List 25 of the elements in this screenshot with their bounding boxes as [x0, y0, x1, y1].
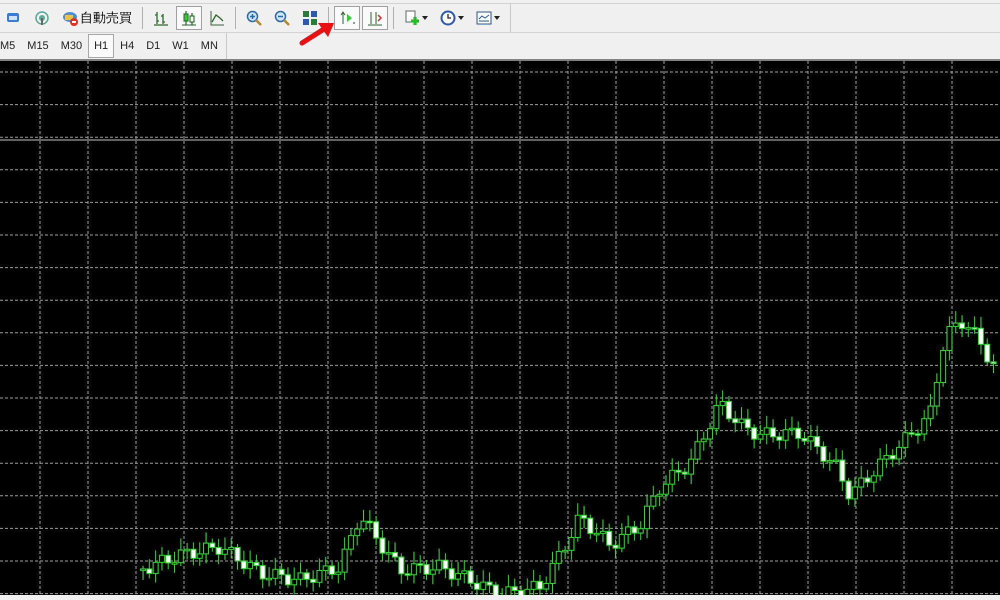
toolbar-button[interactable]	[176, 6, 202, 30]
timeframe-button[interactable]: W1	[166, 34, 195, 58]
auto-scroll-icon	[367, 10, 383, 26]
toolbar-button[interactable]	[334, 6, 360, 30]
add-indicator-icon	[404, 10, 420, 26]
bar-chart-icon	[153, 10, 169, 26]
timeframe-button[interactable]: M15	[21, 34, 55, 58]
robot-icon	[62, 10, 78, 26]
timeframe-button[interactable]: MN	[194, 34, 224, 58]
zoom-in-icon	[246, 10, 262, 26]
chart-shift-icon	[339, 10, 355, 26]
template-icon	[476, 10, 492, 26]
timeframe-button[interactable]: H4	[114, 34, 140, 58]
timeframe-button[interactable]: M30	[54, 34, 88, 58]
auto-trading-button[interactable]: 自動売買	[57, 6, 137, 30]
timeframe-button[interactable]: H1	[88, 34, 114, 58]
signal-tower-icon	[34, 10, 50, 26]
timeframe-button[interactable]: M5	[0, 34, 22, 58]
zoom-out-icon	[274, 10, 290, 26]
candlestick-icon	[181, 10, 197, 26]
line-chart-icon	[209, 10, 225, 26]
timeframe-button[interactable]: D1	[140, 34, 166, 58]
tile-windows-icon	[302, 10, 318, 26]
clock-icon	[440, 10, 456, 26]
toolbar-button[interactable]	[362, 6, 388, 30]
